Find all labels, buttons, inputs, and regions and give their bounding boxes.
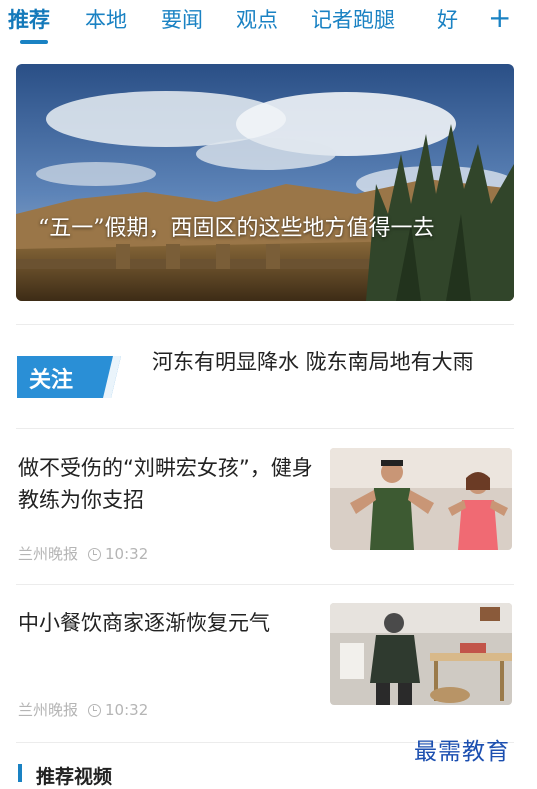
banner-caption: “五一”假期，西固区的这些地方值得一去: [38, 216, 435, 241]
banner-image: [16, 64, 514, 301]
clock-icon: [88, 548, 102, 561]
follow-badge-label: 关注: [29, 368, 74, 393]
add-channel-icon[interactable]: +: [488, 0, 511, 36]
clock-icon: [88, 704, 102, 717]
news-title[interactable]: 做不受伤的“刘畊宏女孩”，健身教练为你支招: [18, 452, 318, 516]
section-title: 推荐视频: [36, 766, 113, 788]
tab-good[interactable]: 好: [437, 4, 458, 34]
news-source: 兰州晚报: [18, 545, 79, 563]
tab-reporter-errands[interactable]: 记者跑腿: [311, 4, 395, 34]
tab-recommend[interactable]: 推荐: [8, 4, 50, 34]
divider: [16, 324, 514, 325]
watermark: 最需教育: [414, 739, 510, 765]
news-title[interactable]: 中小餐饮商家逐渐恢复元气: [18, 607, 318, 639]
follow-headline[interactable]: 河东有明显降水 陇东南局地有大雨: [152, 348, 512, 377]
news-time: 10:32: [105, 545, 149, 563]
news-source: 兰州晚报: [18, 701, 79, 719]
follow-badge[interactable]: 关注: [17, 356, 121, 398]
channel-tabs: 推荐 本地 要闻 观点 记者跑腿 好 +: [0, 0, 537, 50]
active-tab-indicator: [20, 40, 48, 44]
news-meta: 兰州晚报 10:32: [18, 699, 148, 720]
news-time: 10:32: [105, 701, 149, 719]
tab-headlines[interactable]: 要闻: [161, 4, 203, 34]
news-meta: 兰州晚报 10:32: [18, 543, 148, 564]
tab-local[interactable]: 本地: [85, 4, 127, 34]
divider: [16, 428, 514, 429]
fitness-photo: [330, 448, 512, 550]
news-thumbnail[interactable]: [330, 448, 512, 550]
section-accent-bar: [18, 764, 22, 782]
restaurant-photo: [330, 603, 512, 705]
banner-carousel[interactable]: “五一”假期，西固区的这些地方值得一去: [16, 64, 514, 301]
divider: [16, 584, 514, 585]
news-thumbnail[interactable]: [330, 603, 512, 705]
tab-fade: [462, 0, 488, 40]
tab-opinion[interactable]: 观点: [236, 4, 278, 34]
